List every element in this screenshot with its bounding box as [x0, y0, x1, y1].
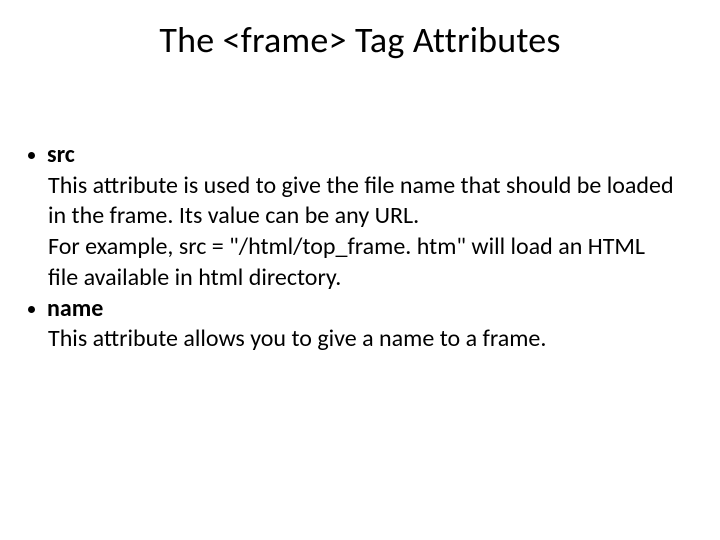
- bullet-paragraph: For example, src = "/html/top_frame. htm…: [48, 232, 680, 293]
- bullet-label: name: [47, 294, 103, 325]
- bullet-label: src: [47, 140, 75, 171]
- slide-title: The <frame> Tag Attributes: [0, 18, 720, 62]
- bullet-item: src: [28, 140, 680, 171]
- bullet-paragraph: This attribute is used to give the file …: [48, 171, 680, 232]
- bullet-icon: [28, 306, 35, 313]
- bullet-icon: [28, 152, 35, 159]
- bullet-item: name: [28, 294, 680, 325]
- slide: The <frame> Tag Attributes src This attr…: [0, 0, 720, 540]
- slide-body: src This attribute is used to give the f…: [28, 140, 680, 355]
- bullet-paragraph: This attribute allows you to give a name…: [48, 324, 680, 355]
